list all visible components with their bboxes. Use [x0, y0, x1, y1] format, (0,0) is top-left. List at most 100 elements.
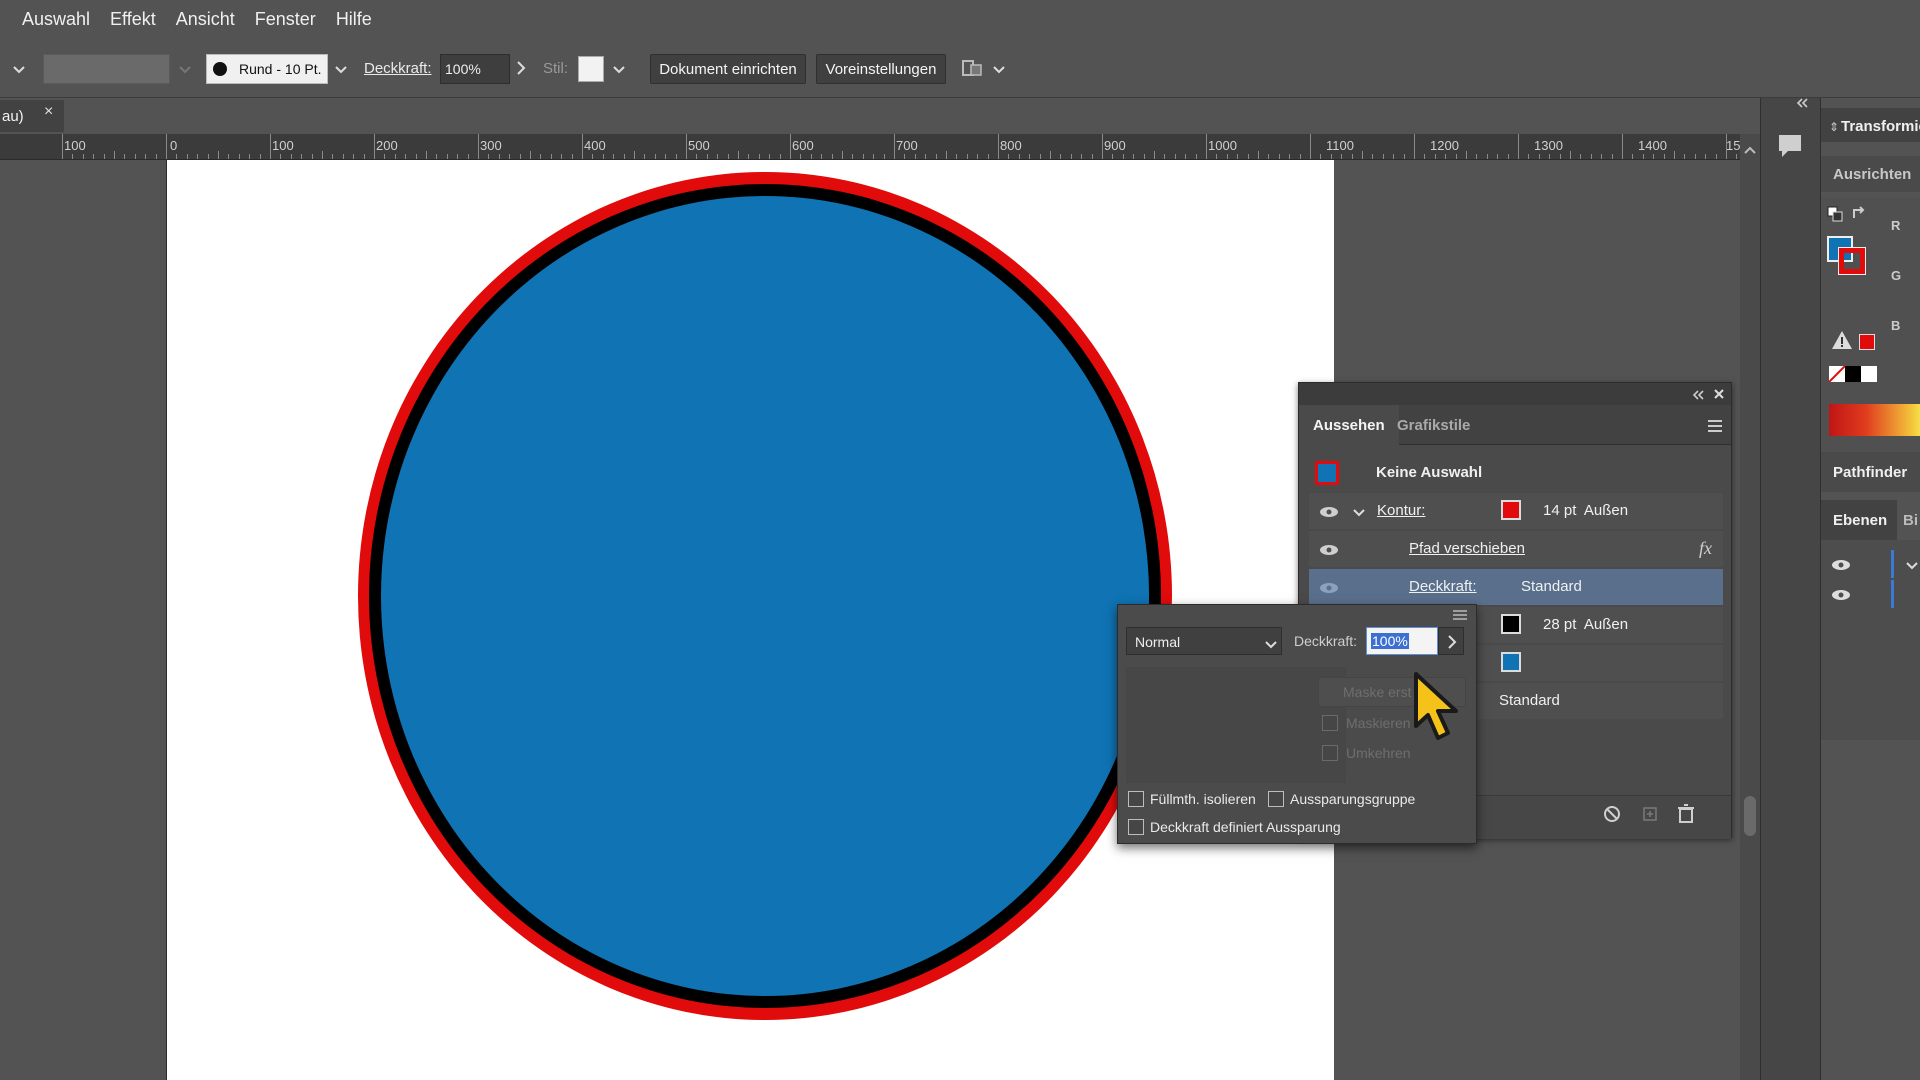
clear-appearance-icon[interactable]: [1603, 805, 1621, 823]
opacity-label[interactable]: Deckkraft:: [1409, 578, 1477, 595]
stroke-2-value[interactable]: 28 pt Außen: [1543, 616, 1628, 633]
ruler-tick: [1237, 154, 1239, 159]
fx-icon[interactable]: fx: [1699, 538, 1712, 559]
scroll-up-icon[interactable]: [1744, 142, 1756, 154]
chevron-down-icon[interactable]: [612, 62, 626, 74]
ruler-tick: [1258, 151, 1259, 159]
fill-swatch[interactable]: [1501, 652, 1521, 672]
stroke-label[interactable]: Kontur:: [1377, 502, 1425, 519]
blend-mode-dropdown[interactable]: Normal: [1126, 627, 1282, 655]
chevron-down-icon[interactable]: [178, 62, 192, 74]
arrange-icon[interactable]: [960, 56, 986, 82]
reset-colors-icon[interactable]: [1827, 206, 1843, 222]
stroke-color-swatch[interactable]: [1838, 247, 1866, 275]
chevron-down-icon[interactable]: [334, 62, 348, 74]
menu-hilfe[interactable]: Hilfe: [326, 9, 382, 30]
preferences-button[interactable]: Voreinstellungen: [816, 54, 946, 84]
stroke-2-swatch[interactable]: [1501, 614, 1521, 634]
ruler-tick: [488, 154, 490, 159]
offset-path-label[interactable]: Pfad verschieben: [1409, 540, 1525, 557]
appearance-row-offset-path[interactable]: Pfad verschieben fx: [1309, 531, 1723, 567]
black-swatch[interactable]: [1845, 366, 1861, 382]
menu-fenster[interactable]: Fenster: [245, 9, 326, 30]
circle-artwork[interactable]: [340, 160, 1190, 1040]
ruler-tick: [1091, 154, 1093, 159]
ruler-tick: [1715, 154, 1717, 159]
eye-icon[interactable]: [1831, 558, 1851, 570]
menu-ansicht[interactable]: Ansicht: [166, 9, 245, 30]
chevron-down-icon[interactable]: [992, 62, 1006, 74]
clip-checkbox[interactable]: [1322, 715, 1338, 731]
chevron-down-icon[interactable]: [1905, 558, 1919, 570]
ruler-tick: [956, 154, 958, 159]
ruler-tick: [93, 154, 95, 159]
eye-icon[interactable]: [1319, 581, 1339, 593]
opacity-slider-button[interactable]: [1438, 627, 1464, 655]
eye-icon[interactable]: [1319, 543, 1339, 555]
comments-icon[interactable]: [1776, 132, 1804, 160]
ruler-tick: [1653, 154, 1655, 159]
knockout-group-checkbox[interactable]: [1268, 791, 1284, 807]
ruler-tick: [1414, 134, 1415, 159]
stroke-weight-field[interactable]: [43, 54, 170, 84]
ruler-tick: [634, 151, 635, 159]
collapse-panels-icon[interactable]: [1794, 96, 1810, 108]
ruler-tick: [166, 134, 167, 159]
vertical-scrollbar[interactable]: [1740, 134, 1760, 1080]
trash-icon[interactable]: [1677, 804, 1695, 824]
opacity-mask-knockout-checkbox[interactable]: [1128, 819, 1144, 835]
popup-menu-icon[interactable]: [1452, 609, 1468, 623]
ruler-tick: [270, 134, 271, 159]
white-swatch[interactable]: [1861, 366, 1877, 382]
gamut-color-swatch[interactable]: [1859, 334, 1875, 350]
horizontal-ruler[interactable]: 100 0 100 200 300 400 500 600 700 800 90…: [0, 134, 1740, 160]
knockout-group-label: Aussparungsgruppe: [1290, 791, 1416, 807]
isolate-blending-checkbox[interactable]: [1128, 791, 1144, 807]
color-spectrum[interactable]: [1829, 404, 1920, 436]
layers-panel-title[interactable]: Ebenen: [1833, 512, 1887, 529]
appearance-panel-titlebar[interactable]: [1299, 383, 1731, 405]
out-of-gamut-warning-icon[interactable]: [1831, 330, 1853, 350]
swap-colors-icon[interactable]: [1851, 206, 1869, 222]
appearance-row-no-selection[interactable]: Keine Auswahl: [1309, 455, 1723, 491]
invert-mask-checkbox[interactable]: [1322, 745, 1338, 761]
ruler-tick: [1070, 154, 1072, 159]
chevron-down-icon[interactable]: [1353, 505, 1365, 517]
stroke-value[interactable]: 14 pt Außen: [1543, 502, 1628, 519]
appearance-row-stroke[interactable]: Kontur: 14 pt Außen: [1309, 493, 1723, 529]
duplicate-item-icon[interactable]: [1641, 805, 1659, 823]
collapse-icon[interactable]: [1691, 388, 1705, 400]
none-swatch[interactable]: [1828, 365, 1846, 383]
eye-icon[interactable]: [1319, 505, 1339, 517]
menu-auswahl[interactable]: Auswahl: [12, 9, 100, 30]
close-icon[interactable]: [1713, 387, 1725, 399]
opacity-label[interactable]: Deckkraft:: [364, 60, 432, 77]
ruler-tick: [696, 154, 698, 159]
chevron-down-icon[interactable]: [12, 62, 26, 74]
transform-panel-title[interactable]: Transformie: [1841, 118, 1920, 135]
opacity-field[interactable]: 100%: [440, 54, 510, 84]
align-panel-title[interactable]: Ausrichten: [1833, 166, 1911, 183]
appearance-row-opacity[interactable]: Deckkraft: Standard: [1309, 569, 1723, 605]
ruler-tick: [894, 134, 895, 159]
tab-grafikstile[interactable]: Grafikstile: [1383, 405, 1484, 445]
vertical-scroll-thumb[interactable]: [1744, 796, 1756, 836]
chevron-right-icon[interactable]: [516, 60, 526, 76]
brush-definition-dropdown[interactable]: Rund - 10 Pt.: [206, 54, 328, 84]
menu-effekt[interactable]: Effekt: [100, 9, 166, 30]
eye-icon[interactable]: [1831, 588, 1851, 600]
panel-menu-icon[interactable]: [1707, 419, 1723, 433]
style-swatch[interactable]: [578, 56, 604, 82]
opacity-input[interactable]: 100%: [1366, 627, 1438, 655]
stroke-swatch[interactable]: [1501, 500, 1521, 520]
libraries-panel-title[interactable]: Bi: [1903, 512, 1918, 529]
document-tab[interactable]: au): [0, 100, 64, 132]
ruler-tick: [1039, 154, 1041, 159]
close-icon[interactable]: ×: [44, 103, 53, 121]
document-setup-button[interactable]: Dokument einrichten: [650, 54, 806, 84]
ruler-tick: [1216, 154, 1218, 159]
ruler-tick: [467, 154, 469, 159]
pathfinder-panel-title[interactable]: Pathfinder: [1833, 464, 1907, 481]
ruler-tick: [1247, 154, 1249, 159]
ruler-tick: [353, 154, 355, 159]
